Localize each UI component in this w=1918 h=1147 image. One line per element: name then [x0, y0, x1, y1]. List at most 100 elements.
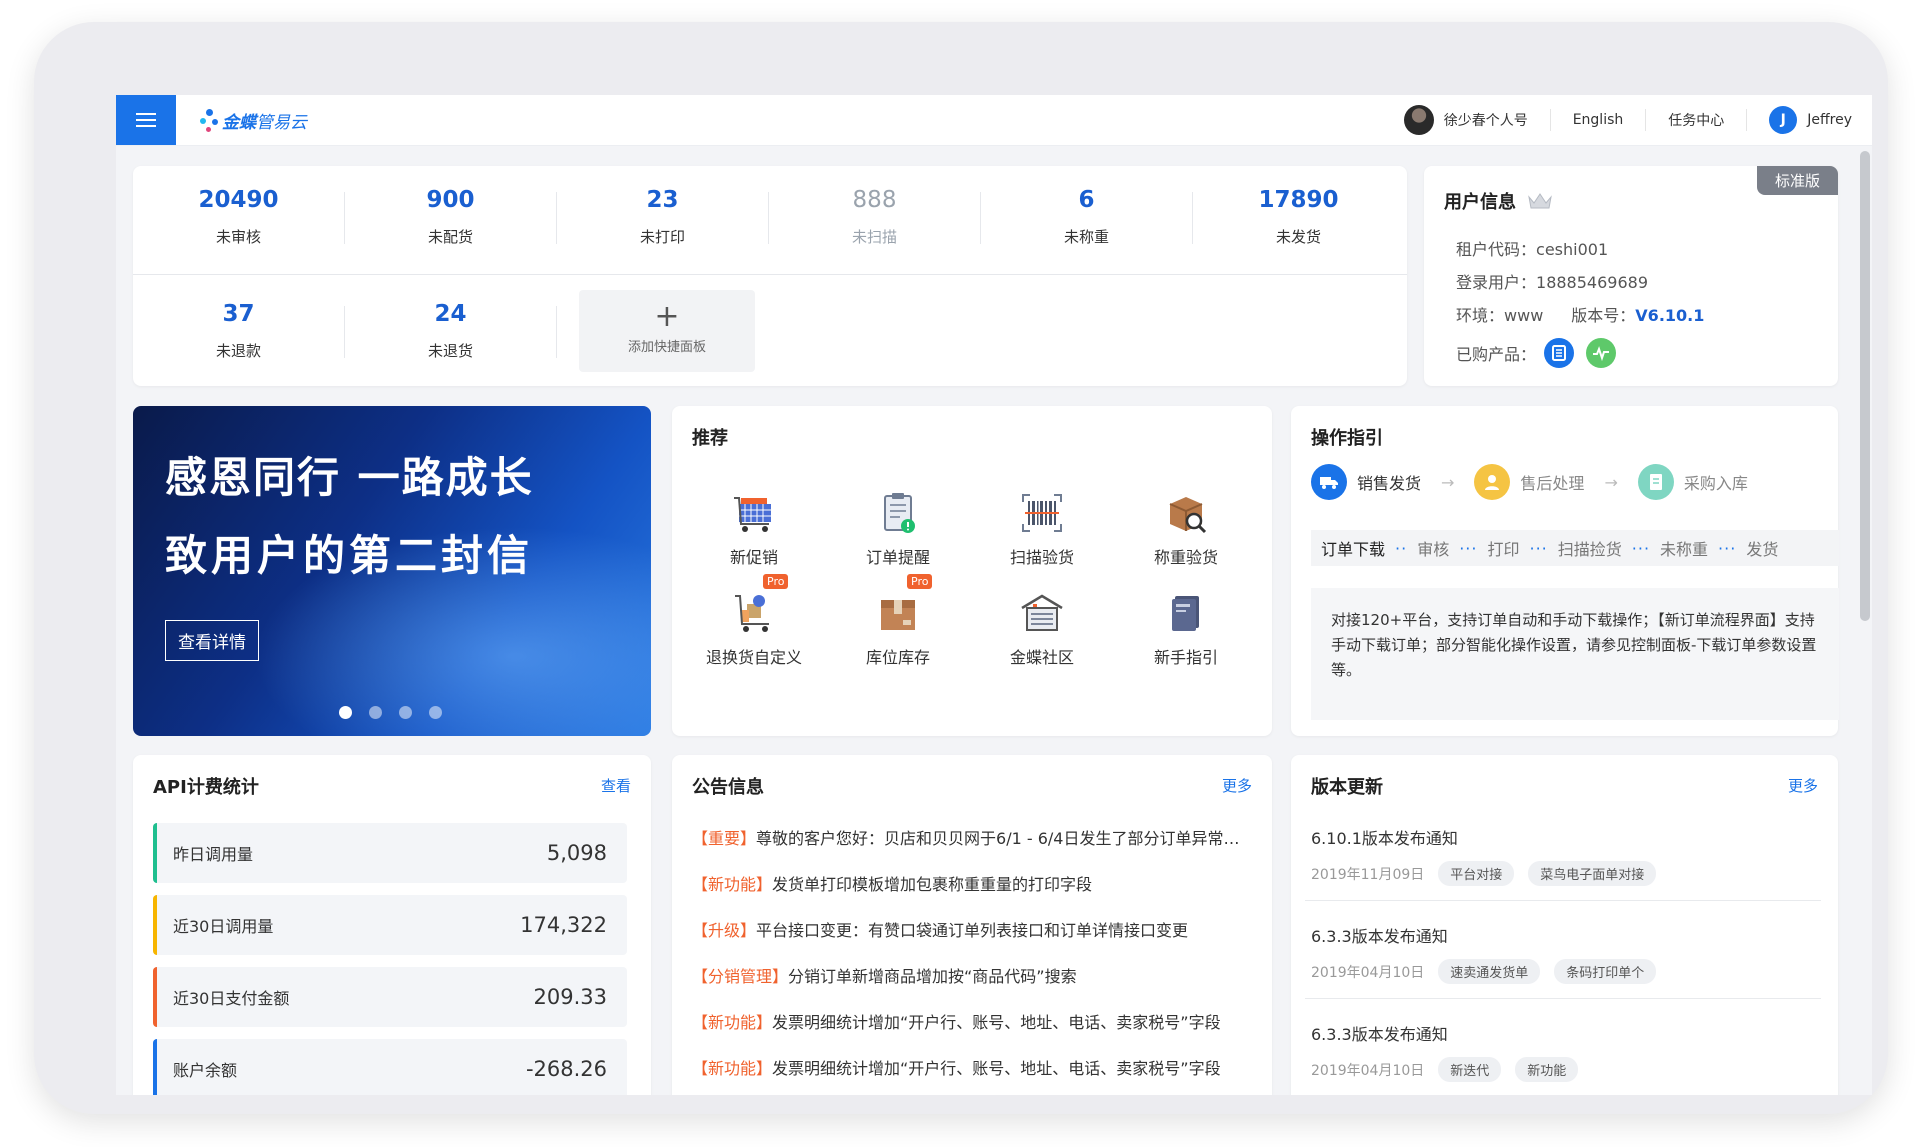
- return-cart-icon: [735, 595, 769, 632]
- cart-icon: [734, 497, 771, 532]
- version-tag: 平台对接: [1438, 861, 1515, 886]
- product-pulse-icon[interactable]: [1586, 338, 1617, 368]
- environment-row: 环境：www 版本号：V6.10.1: [1456, 306, 1705, 325]
- api-view-link[interactable]: 查看: [601, 775, 631, 796]
- stat-unprinted[interactable]: 23 未打印: [557, 184, 768, 247]
- barcode-scan-icon: [1022, 494, 1062, 532]
- operation-guide-card: 操作指引 销售发货 → 售后处理 → 采购入库 订单下载 ·· 审核 ··· 打…: [1291, 406, 1839, 736]
- announcement-item[interactable]: 【升级】平台接口变更：有赞口袋通订单列表接口和订单详情接口变更: [692, 917, 1242, 941]
- quick-stats-card: 20490 未审核 900 未配货 23 未打印 888 未扫描 6 未称重 17890 未…: [133, 166, 1407, 386]
- version-item[interactable]: 6.3.3版本发布通知 2019年04月10日 速卖通发货单 条码打印单个: [1311, 923, 1821, 984]
- stat-value: 24: [434, 301, 467, 327]
- stat-unreviewed[interactable]: 20490 未审核: [133, 184, 344, 247]
- announcement-item[interactable]: 【分销管理】分销订单新增商品增加按“商品代码”搜索: [692, 963, 1242, 987]
- stat-unscanned[interactable]: 888 未扫描: [769, 184, 980, 247]
- user-name: Jeffrey: [1807, 112, 1852, 128]
- version-tag: 速卖通发货单: [1438, 959, 1541, 984]
- recommend-item-order-reminder[interactable]: 订单提醒: [828, 490, 968, 568]
- version-date: 2019年04月10日: [1311, 964, 1425, 981]
- carousel-dot[interactable]: [429, 706, 442, 719]
- carousel-dot[interactable]: [399, 706, 412, 719]
- flow-step[interactable]: 订单下载: [1321, 536, 1385, 560]
- user-menu[interactable]: J Jeffrey: [1747, 106, 1852, 134]
- announcement-item[interactable]: 【重要】尊敬的客户您好：贝店和贝贝网于6/1 - 6/4日发生了部分订单异常情况: [692, 825, 1242, 849]
- recommend-label: 称重验货: [1153, 548, 1218, 567]
- recommend-item-community[interactable]: 金蝶社区: [972, 590, 1112, 668]
- flow-step[interactable]: 扫描捡货: [1558, 536, 1622, 560]
- version-number: V6.10.1: [1635, 306, 1705, 325]
- recommend-label: 新手指引: [1153, 648, 1218, 667]
- api-row-value: 209.33: [533, 985, 607, 1009]
- announcements-more-link[interactable]: 更多: [1222, 775, 1252, 796]
- stat-label: 未发货: [1275, 228, 1321, 246]
- carousel-dot[interactable]: [339, 706, 352, 719]
- guide-steps: 销售发货 → 售后处理 → 采购入库: [1311, 464, 1748, 500]
- version-title: 6.3.3版本发布通知: [1311, 927, 1448, 946]
- book-icon: [1172, 596, 1199, 631]
- language-switch[interactable]: English: [1551, 108, 1646, 132]
- announcements-card: 公告信息 更多 【重要】尊敬的客户您好：贝店和贝贝网于6/1 - 6/4日发生了…: [672, 755, 1272, 1095]
- guide-step-label: 售后处理: [1520, 474, 1585, 493]
- flow-step[interactable]: 未称重: [1660, 536, 1708, 560]
- stat-unweighed[interactable]: 6 未称重: [981, 184, 1192, 247]
- stat-unshipped[interactable]: 17890 未发货: [1193, 184, 1404, 247]
- version-tag: 新迭代: [1438, 1057, 1502, 1082]
- recommend-card: 推荐 新促销 订单提醒 扫描验货 称重验货 退换货自定义 Pro 库位库存 Pr…: [672, 406, 1272, 736]
- stat-unallocated[interactable]: 900 未配货: [345, 184, 556, 247]
- version-item[interactable]: 6.3.3版本发布通知 2019年04月10日 新迭代 新功能: [1311, 1021, 1821, 1082]
- recommend-item-bin-stock[interactable]: 库位库存: [828, 590, 968, 668]
- account-switcher[interactable]: 徐少春个人号: [1382, 105, 1550, 135]
- version-date: 2019年04月10日: [1311, 1062, 1425, 1079]
- announcement-item[interactable]: 【新功能】发票明细统计增加“开户行、账号、地址、电话、卖家税号”字段: [692, 1055, 1242, 1079]
- recommend-item-beginner-guide[interactable]: 新手指引: [1116, 590, 1256, 668]
- guide-step-after-sales[interactable]: 售后处理: [1474, 464, 1584, 500]
- carousel-dot[interactable]: [369, 706, 382, 719]
- warehouse-icon: [1021, 594, 1063, 631]
- device-frame: 金蝶管易云 徐少春个人号 English 任务中心 J Jeffrey 2049…: [34, 22, 1888, 1114]
- guide-step-purchase-in[interactable]: 采购入库: [1637, 464, 1748, 500]
- recommend-label: 退换货自定义: [705, 648, 802, 667]
- account-name: 徐少春个人号: [1443, 113, 1528, 129]
- view-details-button[interactable]: 查看详情: [165, 620, 259, 661]
- guide-step-label: 采购入库: [1683, 474, 1748, 493]
- product-scanner-icon[interactable]: [1544, 338, 1575, 368]
- plus-icon: +: [654, 299, 680, 334]
- stat-unrefunded[interactable]: 37 未退款: [133, 298, 344, 361]
- version-more-link[interactable]: 更多: [1788, 775, 1818, 796]
- recommend-item-return-custom[interactable]: 退换货自定义: [684, 590, 824, 668]
- crown-icon: [1528, 193, 1552, 209]
- user-info-card: 标准版 用户信息 租户代码：ceshi001 登录用户：18885469689 …: [1424, 166, 1838, 386]
- recommend-label: 订单提醒: [865, 548, 930, 567]
- api-row-30d-calls: 近30日调用量 174,322: [153, 895, 627, 955]
- stat-label: 未称重: [1063, 228, 1109, 246]
- api-row-value: -268.26: [525, 1057, 607, 1081]
- top-bar: 金蝶管易云 徐少春个人号 English 任务中心 J Jeffrey: [116, 95, 1872, 146]
- stat-value: 20490: [198, 187, 279, 213]
- recommend-item-promotion[interactable]: 新促销: [684, 490, 824, 568]
- banner-subheadline: 致用户的第二封信: [165, 531, 534, 580]
- guide-step-sales-ship[interactable]: 销售发货: [1311, 464, 1421, 500]
- menu-toggle-button[interactable]: [116, 95, 176, 145]
- flow-step[interactable]: 发货: [1746, 536, 1778, 560]
- flow-step[interactable]: 审核: [1417, 536, 1449, 560]
- app-logo[interactable]: 金蝶管易云: [198, 105, 307, 135]
- version-item[interactable]: 6.10.1版本发布通知 2019年11月09日 平台对接 菜鸟电子面单对接: [1311, 825, 1821, 886]
- account-avatar: [1403, 105, 1434, 135]
- stat-unreturned[interactable]: 24 未退货: [345, 298, 556, 361]
- flow-step[interactable]: 打印: [1487, 536, 1519, 560]
- announcement-item[interactable]: 【新功能】发票明细统计增加“开户行、账号、地址、电话、卖家税号”字段: [692, 1009, 1242, 1033]
- promo-banner[interactable]: 感恩同行 一路成长 致用户的第二封信 查看详情: [133, 406, 651, 736]
- recommend-title: 推荐: [692, 428, 728, 449]
- recommend-item-scan-inspect[interactable]: 扫描验货: [972, 490, 1112, 568]
- recommend-item-weigh-inspect[interactable]: 称重验货: [1116, 490, 1256, 568]
- version-tag: 菜鸟电子面单对接: [1528, 861, 1657, 886]
- task-center-link[interactable]: 任务中心: [1646, 108, 1746, 132]
- hamburger-icon: [136, 113, 156, 127]
- language-label: English: [1572, 112, 1624, 128]
- api-row-value: 174,322: [520, 913, 607, 937]
- logo-text: 金蝶管易云: [222, 112, 307, 133]
- page-scrollbar[interactable]: [1860, 151, 1870, 621]
- announcement-item[interactable]: 【新功能】发货单打印模板增加包裹称重重量的打印字段: [692, 871, 1242, 895]
- edition-badge: 标准版: [1756, 166, 1838, 195]
- add-quick-panel-button[interactable]: + 添加快捷面板: [579, 290, 755, 372]
